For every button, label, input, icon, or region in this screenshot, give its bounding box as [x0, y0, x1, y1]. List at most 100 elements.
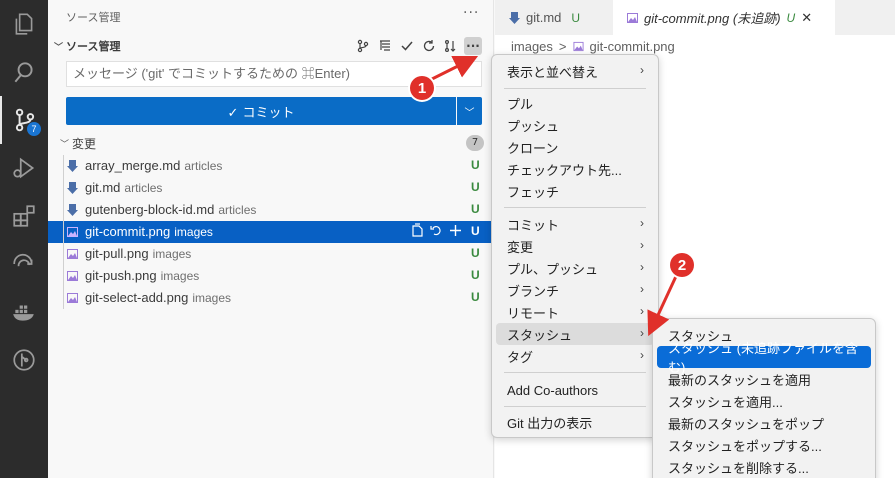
submenu-item-apply[interactable]: スタッシュを適用...	[657, 390, 871, 412]
markdown-file-icon	[509, 11, 520, 24]
file-dir: articles	[124, 181, 163, 195]
file-row-git-commit-png[interactable]: git-commit.png images U	[48, 221, 494, 243]
menu-item-clone[interactable]: クローン	[496, 136, 654, 158]
source-control-sidebar: ソース管理 ··· ﹀ ソース管理 ··· メッセージ ('git' でコミット…	[48, 0, 494, 478]
chevron-right-icon: ›	[640, 326, 644, 340]
source-control-badge: 7	[27, 122, 41, 136]
docker-icon[interactable]	[0, 288, 48, 336]
file-dir: articles	[218, 203, 257, 217]
source-control-icon[interactable]: 7	[0, 96, 48, 144]
menu-item-remote[interactable]: リモート ›	[496, 301, 654, 323]
sidebar-title: ソース管理	[66, 11, 121, 24]
open-file-icon[interactable]	[410, 223, 425, 241]
menu-item-pull-push[interactable]: プル、プッシュ ›	[496, 257, 654, 279]
remote-explorer-icon[interactable]	[0, 240, 48, 288]
pull-push-icon[interactable]	[442, 37, 460, 55]
chevron-right-icon: ›	[640, 282, 644, 296]
file-row-gutenberg[interactable]: gutenberg-block-id.md articles U	[48, 199, 494, 221]
image-file-icon	[627, 12, 638, 23]
branch-icon[interactable]	[354, 37, 372, 55]
tab-status: U	[571, 10, 581, 25]
menu-item-pull[interactable]: プル	[496, 92, 654, 114]
annotation-step-1: 1	[410, 76, 434, 100]
image-file-icon	[67, 271, 78, 281]
file-row-git-pull-png[interactable]: git-pull.png images U	[48, 243, 494, 265]
menu-item-fetch[interactable]: フェッチ	[496, 180, 654, 202]
image-file-icon	[67, 293, 78, 303]
breadcrumb: images > git-commit.png	[511, 39, 675, 54]
menu-item-tags[interactable]: タグ ›	[496, 345, 654, 367]
tab-label: git.md	[526, 10, 562, 25]
breadcrumb-file[interactable]: git-commit.png	[590, 39, 675, 54]
file-name: git-select-add.png	[85, 290, 189, 305]
menu-item-add-coauthors[interactable]: Add Co-authors	[496, 379, 654, 401]
menu-item-stash[interactable]: スタッシュ ›	[496, 323, 654, 345]
changes-label: 変更	[72, 136, 97, 151]
submenu-item-apply-latest[interactable]: 最新のスタッシュを適用	[657, 368, 871, 390]
file-dir: images	[152, 247, 192, 261]
file-dir: articles	[184, 159, 223, 173]
submenu-item-pop-latest[interactable]: 最新のスタッシュをポップ	[657, 412, 871, 434]
extensions-icon[interactable]	[0, 192, 48, 240]
file-status: U	[471, 180, 480, 194]
chevron-right-icon: ›	[640, 63, 644, 77]
file-dir: images	[174, 225, 213, 239]
breadcrumb-folder[interactable]: images	[511, 39, 553, 54]
more-actions-icon[interactable]: ···	[464, 37, 482, 55]
chevron-right-icon: ›	[640, 348, 644, 362]
file-name: gutenberg-block-id.md	[85, 202, 215, 217]
explorer-icon[interactable]	[0, 0, 48, 48]
file-status: U	[471, 202, 480, 216]
commit-button[interactable]: ✓ コミット	[66, 97, 456, 125]
submenu-item-stash-untracked[interactable]: スタッシュ (未追跡ファイルを含む)	[657, 341, 871, 375]
markdown-file-icon	[67, 182, 78, 194]
chevron-down-icon: ﹀	[464, 107, 475, 119]
sidebar-more-icon[interactable]: ···	[463, 5, 479, 21]
stage-changes-icon[interactable]	[448, 223, 463, 241]
row-actions	[410, 223, 463, 241]
file-row-git-select-add-png[interactable]: git-select-add.png images U	[48, 287, 494, 309]
search-icon[interactable]	[0, 48, 48, 96]
file-name: git-push.png	[85, 268, 157, 283]
tab-git-md[interactable]: git.md U	[495, 0, 600, 35]
commit-check-icon[interactable]	[398, 37, 416, 55]
file-row-git-push-png[interactable]: git-push.png images U	[48, 265, 494, 287]
annotation-step-2: 2	[670, 253, 694, 277]
submenu-item-pop[interactable]: スタッシュをポップする...	[657, 434, 871, 456]
run-debug-icon[interactable]	[0, 144, 48, 192]
chevron-right-icon: ›	[640, 260, 644, 274]
menu-item-show-git-output[interactable]: Git 出力の表示	[496, 411, 654, 433]
file-status: U	[471, 246, 480, 260]
menu-item-push[interactable]: プッシュ	[496, 114, 654, 136]
breadcrumb-separator: >	[558, 39, 567, 54]
menu-item-commit[interactable]: コミット ›	[496, 213, 654, 235]
submenu-item-drop[interactable]: スタッシュを削除する...	[657, 456, 871, 478]
changes-group-header[interactable]: ﹀ 変更 7	[60, 133, 484, 153]
image-file-icon	[67, 249, 78, 259]
commit-dropdown-button[interactable]: ﹀	[457, 97, 482, 125]
chevron-right-icon: ›	[640, 216, 644, 230]
tab-git-commit-png[interactable]: git-commit.png (未追跡) U ✕	[613, 0, 835, 35]
file-row-array-merge[interactable]: array_merge.md articles U	[48, 155, 494, 177]
menu-item-branch[interactable]: ブランチ ›	[496, 279, 654, 301]
file-name: git-pull.png	[85, 246, 149, 261]
menu-item-view-sort[interactable]: 表示と並べ替え ›	[496, 60, 654, 82]
source-control-section-header[interactable]: ﹀ ソース管理 ···	[54, 36, 486, 56]
image-file-icon	[572, 41, 584, 52]
activity-bar: 7	[0, 0, 48, 478]
markdown-file-icon	[67, 160, 78, 172]
menu-item-checkout[interactable]: チェックアウト先...	[496, 158, 654, 180]
file-name: git-commit.png	[85, 224, 171, 239]
discard-changes-icon[interactable]	[429, 223, 444, 241]
more-actions-menu: 表示と並べ替え › プル プッシュ クローン チェックアウト先... フェッチ コ…	[491, 54, 659, 438]
chevron-right-icon: ›	[640, 304, 644, 318]
section-toolbar: ···	[354, 36, 482, 56]
file-dir: images	[192, 291, 232, 305]
file-row-git-md[interactable]: git.md articles U	[48, 177, 494, 199]
menu-item-changes[interactable]: 変更 ›	[496, 235, 654, 257]
git-graph-icon[interactable]	[0, 336, 48, 384]
refresh-icon[interactable]	[420, 37, 438, 55]
close-icon[interactable]: ✕	[801, 10, 812, 26]
view-as-tree-icon[interactable]	[376, 37, 394, 55]
chevron-down-icon: ﹀	[60, 139, 70, 150]
